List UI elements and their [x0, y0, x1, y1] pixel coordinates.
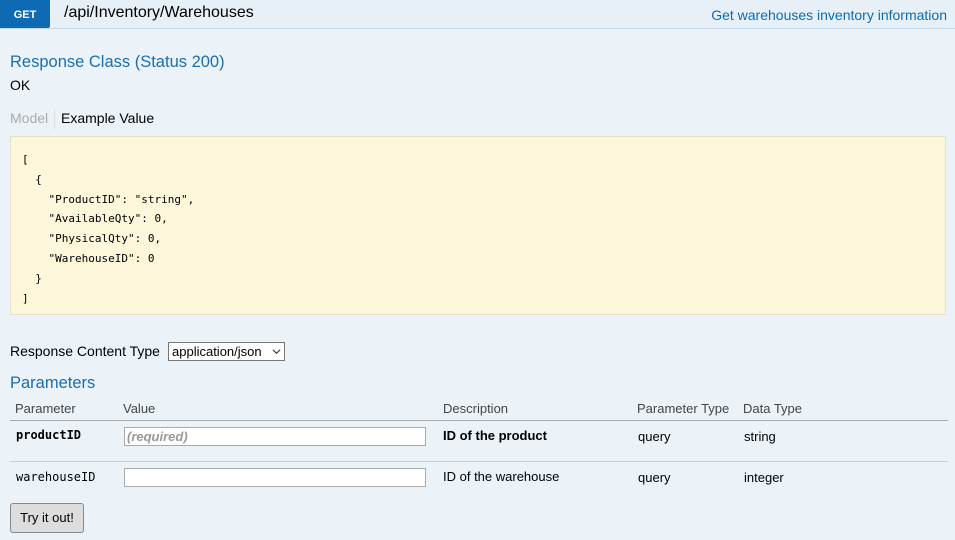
table-header-divider — [10, 420, 948, 421]
endpoint-summary[interactable]: Get warehouses inventory information — [711, 7, 947, 23]
tab-example-value[interactable]: Example Value — [61, 110, 154, 126]
column-header-value: Value — [123, 401, 156, 416]
endpoint-path[interactable]: /api/Inventory/Warehouses — [64, 4, 254, 22]
data-type-warehouseid: integer — [744, 470, 784, 485]
param-name-productid: productID — [16, 428, 82, 442]
param-type-warehouseid: query — [638, 470, 671, 485]
productid-placeholder: (required) — [127, 429, 188, 444]
tab-model[interactable]: Model — [10, 110, 48, 126]
warehouseid-input[interactable] — [124, 468, 426, 487]
param-name-warehouseid: warehouseID — [16, 470, 96, 484]
example-value-code-block[interactable]: [ { "ProductID": "string", "AvailableQty… — [10, 136, 946, 315]
response-status-text: OK — [10, 77, 31, 93]
response-content-type-value: application/json — [172, 344, 262, 359]
response-content-type-label: Response Content Type — [10, 343, 160, 359]
productid-input[interactable]: (required) — [124, 427, 426, 446]
table-row-divider — [10, 461, 948, 462]
column-header-parameter: Parameter — [15, 401, 76, 416]
example-value-json: [ { "ProductID": "string", "AvailableQty… — [22, 153, 195, 305]
data-type-productid: string — [744, 429, 776, 444]
param-desc-warehouseid: ID of the warehouse — [443, 469, 560, 484]
column-header-description: Description — [443, 401, 509, 416]
param-type-productid: query — [638, 429, 671, 444]
http-method-badge[interactable]: GET — [0, 0, 50, 28]
parameters-title: Parameters — [10, 374, 96, 392]
tab-divider — [54, 109, 55, 129]
endpoint-header[interactable]: GET /api/Inventory/Warehouses Get wareho… — [0, 0, 955, 29]
column-header-parameter-type: Parameter Type — [637, 401, 730, 416]
param-desc-productid: ID of the product — [443, 428, 547, 443]
response-class-title: Response Class (Status 200) — [10, 53, 225, 71]
chevron-down-icon — [272, 349, 281, 355]
response-content-type-select[interactable]: application/json — [168, 342, 285, 361]
try-it-out-button[interactable]: Try it out! — [10, 503, 84, 533]
column-header-data-type: Data Type — [743, 401, 803, 416]
